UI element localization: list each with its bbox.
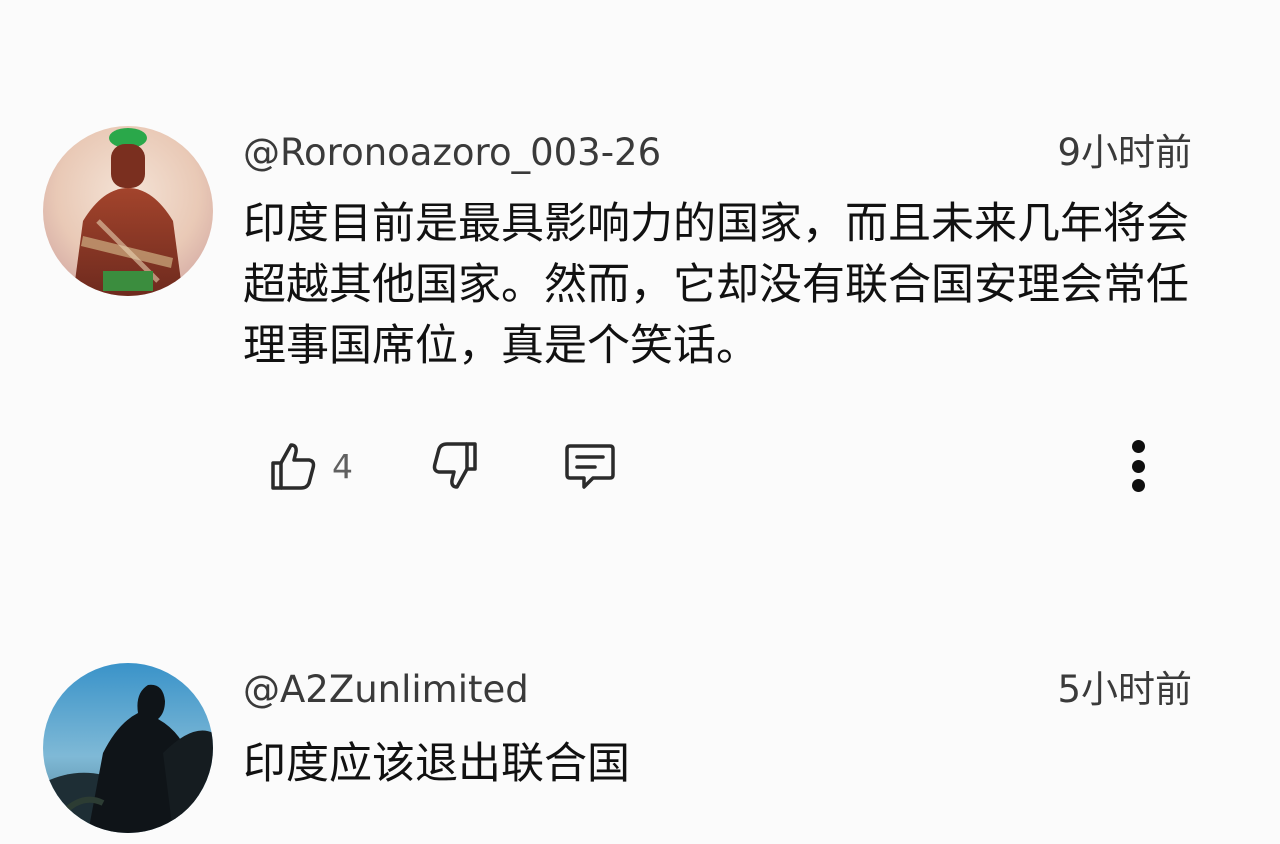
like-count: 4 [332,446,353,486]
comment-timestamp: 9小时前 [1057,131,1192,174]
silhouette-avatar-icon [43,663,213,833]
zoro-avatar-icon [43,126,213,296]
dislike-button[interactable] [430,436,480,496]
comment-text: 印度应该退出联合国 [243,739,630,789]
more-vertical-icon [1131,459,1145,473]
comment-author[interactable]: @A2Zunlimited [243,667,529,713]
comment-text: 印度目前是最具影响力的国家，而且未来几年将会超越其他国家。然而，它却没有联合国安… [243,199,1189,371]
more-options-button[interactable] [1120,436,1156,496]
comment-icon [565,444,615,489]
more-vertical-icon [1131,440,1145,453]
comments-page: @Roronoazoro_003-26 9小时前 印度目前是最具影响力的国家，而… [0,0,1280,844]
thumbs-down-icon [432,442,477,489]
reply-button[interactable] [562,436,618,496]
comment-actions: 4 [268,436,1168,496]
comment-timestamp: 5小时前 [1057,668,1192,711]
more-vertical-icon [1131,479,1145,492]
thumbs-up-icon [271,443,316,490]
comment-author[interactable]: @Roronoazoro_003-26 [243,130,661,176]
avatar[interactable] [43,663,213,833]
avatar[interactable] [43,126,213,296]
like-button[interactable]: 4 [268,436,353,496]
